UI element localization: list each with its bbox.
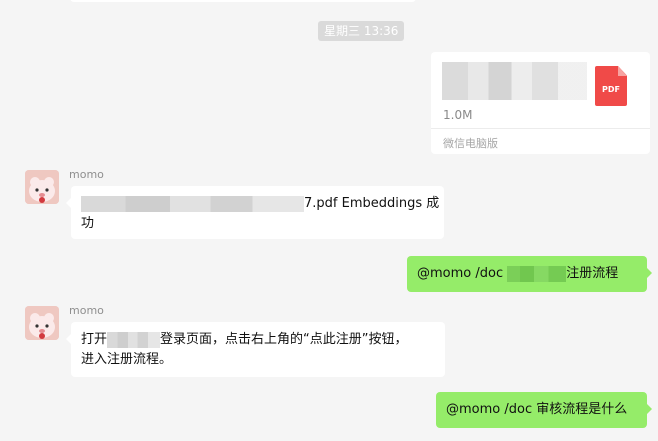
sender-avatar[interactable] bbox=[25, 306, 59, 340]
redacted-text bbox=[81, 195, 304, 212]
sender-name: momo bbox=[69, 304, 104, 317]
outgoing-message-text: @momo /doc 审核流程是什么 bbox=[446, 402, 628, 417]
message-text-line-1: 7.pdf Embeddings 成 bbox=[304, 196, 440, 211]
file-message-card[interactable]: PDF 1.0M 微信电脑版 bbox=[431, 52, 650, 154]
message-text-prefix: 打开 bbox=[81, 332, 108, 347]
message-text-suffix: 登录页面，点击右上角的“点此注册”按钮， bbox=[160, 332, 408, 347]
previous-message-card[interactable] bbox=[70, 0, 416, 2]
outgoing-message-bubble[interactable]: @momo /doc 注册流程 bbox=[407, 256, 652, 292]
incoming-message-bubble[interactable]: 7.pdf Embeddings 成 功 bbox=[66, 186, 444, 239]
timestamp-badge: 星期三 13:36 bbox=[318, 21, 405, 41]
sender-avatar[interactable] bbox=[25, 170, 59, 204]
pink-mascot-avatar-icon bbox=[25, 306, 59, 340]
file-size: 1.0M bbox=[443, 108, 473, 122]
pink-mascot-avatar-icon bbox=[25, 170, 59, 204]
file-card-divider bbox=[431, 128, 650, 129]
outgoing-text-suffix: 注册流程 bbox=[566, 266, 619, 281]
outgoing-text-prefix: @momo /doc bbox=[417, 266, 508, 281]
redacted-text bbox=[507, 265, 567, 282]
outgoing-message-bubble[interactable]: @momo /doc 审核流程是什么 bbox=[436, 392, 652, 428]
message-text-line-2: 进入注册流程。 bbox=[81, 352, 173, 367]
message-text-line-2: 功 bbox=[81, 216, 95, 231]
redacted-text bbox=[107, 331, 161, 348]
blurred-file-name bbox=[442, 62, 587, 100]
incoming-message-bubble[interactable]: 打开 登录页面，点击右上角的“点此注册”按钮， 进入注册流程。 bbox=[66, 322, 445, 377]
pdf-icon-label: PDF bbox=[602, 85, 620, 94]
sender-name: momo bbox=[69, 168, 104, 181]
file-source-label: 微信电脑版 bbox=[443, 137, 498, 150]
